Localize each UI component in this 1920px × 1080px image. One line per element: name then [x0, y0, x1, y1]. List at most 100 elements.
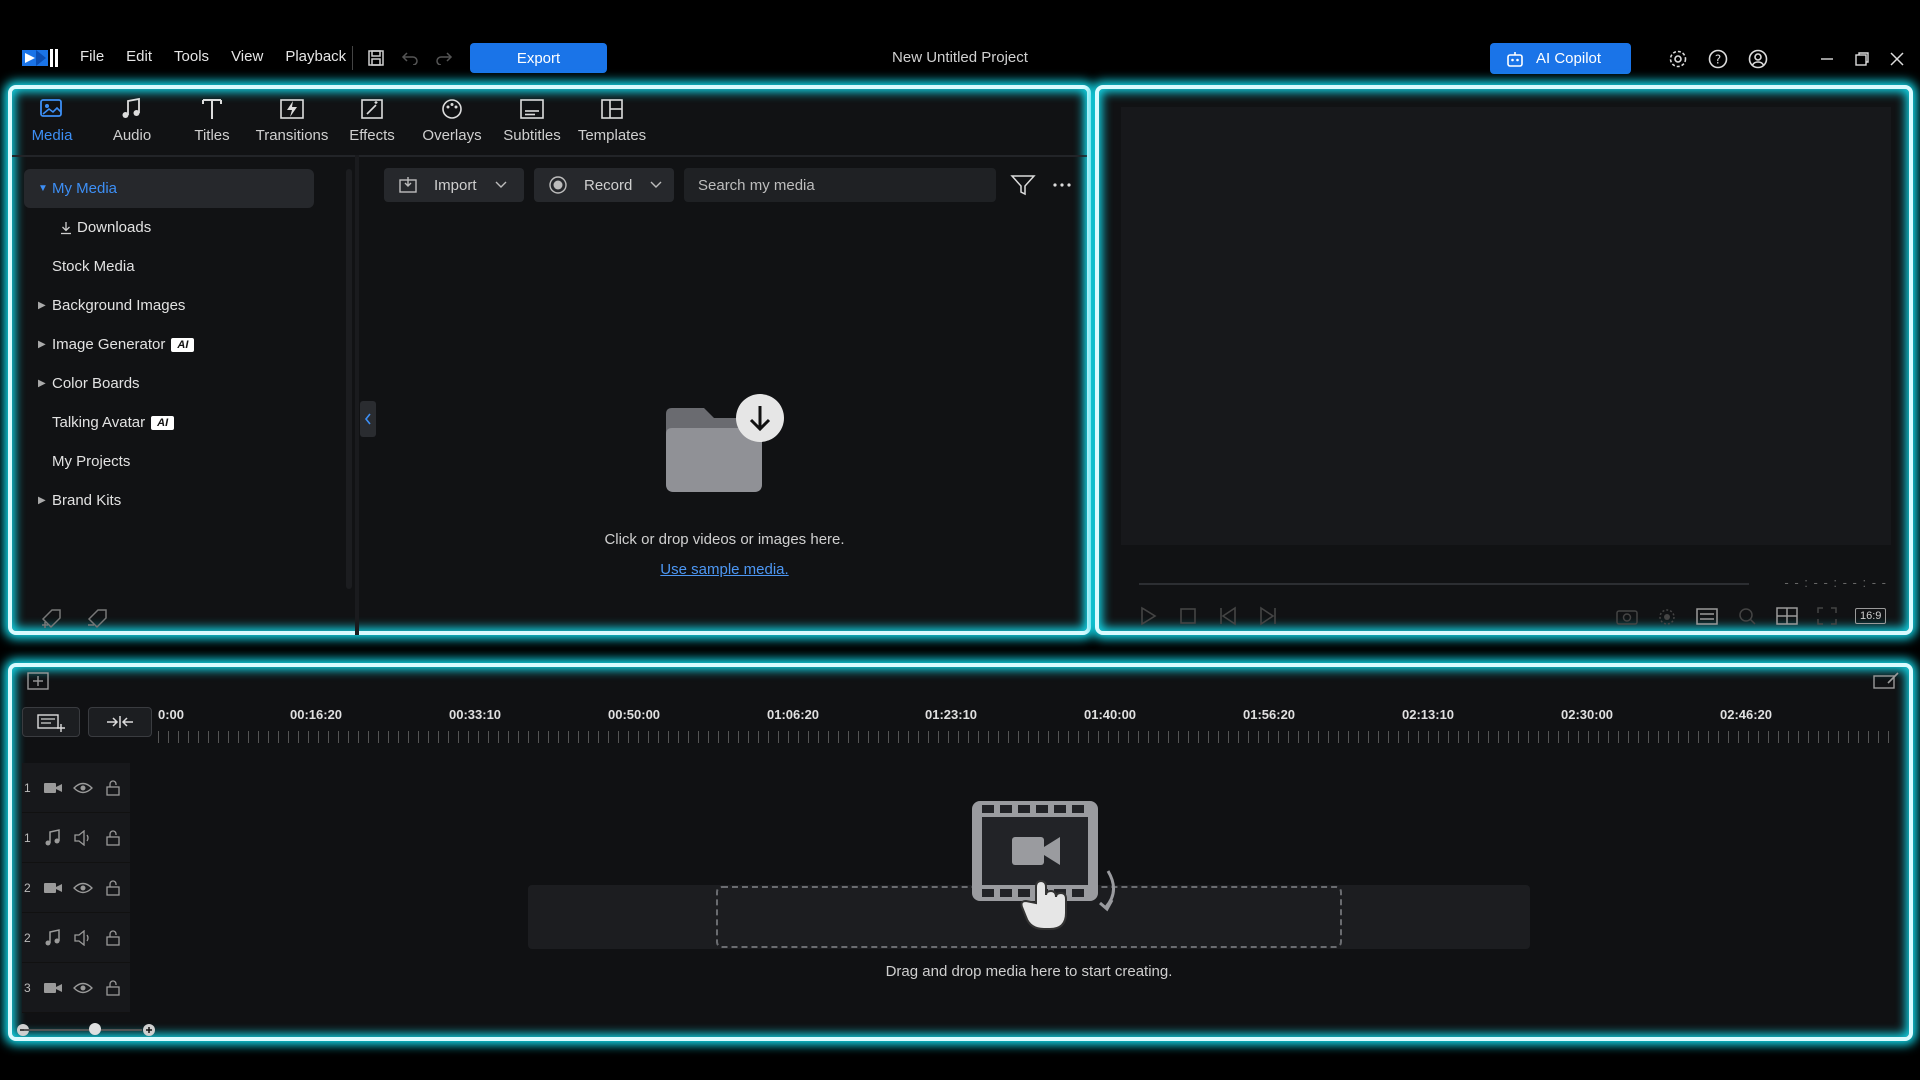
- tab-subtitles[interactable]: Subtitles: [492, 89, 572, 151]
- menu-edit[interactable]: Edit: [126, 48, 152, 65]
- ruler-ticks: [158, 731, 1898, 743]
- video-camera-icon: [44, 882, 62, 893]
- tab-transitions[interactable]: Transitions: [252, 89, 332, 151]
- sidebar-scrollbar[interactable]: [346, 169, 352, 589]
- effects-icon: [361, 99, 383, 119]
- tab-effects[interactable]: Effects: [332, 89, 412, 151]
- zoom-in-icon[interactable]: [142, 1023, 156, 1037]
- lock-icon[interactable]: [105, 879, 121, 896]
- redo-icon[interactable]: [432, 46, 456, 70]
- tab-titles[interactable]: Titles: [172, 89, 252, 151]
- menu-tools[interactable]: Tools: [174, 48, 209, 65]
- eye-icon[interactable]: [73, 881, 93, 895]
- sidebar-item-brand-kits[interactable]: ▶ Brand Kits: [24, 481, 346, 520]
- collapsed-triangle-icon[interactable]: ▶: [38, 300, 50, 311]
- ai-copilot-label: AI Copilot: [1536, 50, 1602, 67]
- tab-audio[interactable]: Audio: [92, 89, 172, 151]
- sidebar-item-my-media[interactable]: ▼ My Media: [24, 169, 314, 208]
- playback-controls: [1137, 601, 1279, 631]
- preview-video-area[interactable]: [1121, 107, 1891, 545]
- import-icon: [399, 177, 417, 193]
- speaker-icon[interactable]: [73, 929, 93, 946]
- import-button[interactable]: Import: [384, 168, 524, 202]
- export-button[interactable]: Export: [470, 43, 607, 73]
- aspect-ratio-button[interactable]: 16:9: [1855, 608, 1887, 624]
- use-sample-media-link[interactable]: Use sample media.: [362, 561, 1087, 578]
- tabs-divider: [12, 155, 1087, 157]
- lock-icon[interactable]: [105, 829, 121, 846]
- preview-scrubber[interactable]: [1139, 583, 1749, 585]
- menu-view[interactable]: View: [231, 48, 263, 65]
- timeline-view-icon[interactable]: [26, 671, 50, 691]
- tab-templates[interactable]: Templates: [572, 89, 652, 151]
- eye-icon[interactable]: [73, 981, 93, 995]
- track-manager-button[interactable]: [22, 707, 80, 737]
- ruler-label: 01:56:20: [1243, 707, 1296, 722]
- minimize-icon[interactable]: [1814, 46, 1840, 72]
- track-number: 3: [24, 980, 31, 995]
- tab-effects-label: Effects: [349, 127, 395, 144]
- transition-icon: [280, 99, 304, 119]
- overlays-icon: [442, 99, 462, 119]
- tab-overlays[interactable]: Overlays: [412, 89, 492, 151]
- sidebar-item-background-images[interactable]: ▶ Background Images: [24, 286, 346, 325]
- title-bar: File Edit Tools View Playback Export New…: [0, 38, 1920, 78]
- ai-copilot-button[interactable]: AI Copilot: [1490, 43, 1631, 74]
- lock-icon[interactable]: [105, 979, 121, 996]
- track-header-video-2: 2: [22, 863, 130, 913]
- timeline-ruler[interactable]: 0:00 00:16:20 00:33:10 00:50:00 01:06:20…: [158, 707, 1898, 747]
- menu-bar: File Edit Tools View Playback: [80, 48, 368, 65]
- track-header-video-3: 3: [22, 963, 130, 1013]
- sidebar-item-my-projects[interactable]: My Projects: [24, 442, 346, 481]
- tab-media[interactable]: Media: [12, 89, 92, 151]
- render-preview-icon[interactable]: [1655, 605, 1679, 627]
- timeline-zoom-slider[interactable]: [24, 1029, 142, 1031]
- restore-icon[interactable]: [1849, 46, 1875, 72]
- expanded-triangle-icon[interactable]: ▼: [38, 183, 50, 194]
- sidebar-item-image-generator[interactable]: ▶ Image Generator AI: [24, 325, 346, 364]
- edit-timeline-icon[interactable]: [1872, 671, 1900, 691]
- sidebar-item-downloads[interactable]: Downloads: [24, 208, 346, 247]
- film-drag-hand-icon: [972, 801, 1115, 930]
- menu-file[interactable]: File: [80, 48, 104, 65]
- record-button[interactable]: Record: [534, 168, 674, 202]
- collapsed-triangle-icon[interactable]: ▶: [38, 339, 50, 350]
- close-icon[interactable]: [1884, 46, 1910, 72]
- lock-icon[interactable]: [105, 929, 121, 946]
- sidebar-item-stock-media[interactable]: Stock Media: [24, 247, 346, 286]
- collapsed-triangle-icon[interactable]: ▶: [38, 495, 50, 506]
- settings-gear-icon[interactable]: [1665, 46, 1691, 72]
- ruler-label: 01:06:20: [767, 707, 820, 722]
- lock-icon[interactable]: [105, 779, 121, 796]
- previous-frame-icon[interactable]: [1217, 605, 1239, 627]
- play-icon[interactable]: [1137, 605, 1159, 627]
- sidebar-item-color-boards[interactable]: ▶ Color Boards: [24, 364, 346, 403]
- menu-playback[interactable]: Playback: [285, 48, 346, 65]
- toolbar-divider: [352, 46, 353, 70]
- ruler-label: 00:33:10: [449, 707, 502, 722]
- fullscreen-icon[interactable]: [1815, 605, 1839, 627]
- collapsed-triangle-icon[interactable]: ▶: [38, 378, 50, 389]
- stop-icon[interactable]: [1177, 605, 1199, 627]
- fit-timeline-button[interactable]: [88, 707, 152, 737]
- add-tag-icon[interactable]: [40, 607, 66, 629]
- next-frame-icon[interactable]: [1257, 605, 1279, 627]
- layout-icon[interactable]: [1775, 605, 1799, 627]
- help-icon[interactable]: ?: [1705, 46, 1731, 72]
- search-media-input[interactable]: Search my media: [684, 168, 996, 202]
- eye-icon[interactable]: [73, 781, 93, 795]
- sidebar-item-label: Stock Media: [52, 258, 135, 275]
- zoom-slider-handle[interactable]: [88, 1023, 101, 1035]
- account-icon[interactable]: [1745, 46, 1771, 72]
- snapshot-camera-icon[interactable]: [1615, 605, 1639, 627]
- zoom-preview-icon[interactable]: [1735, 605, 1759, 627]
- remove-tag-icon[interactable]: [86, 607, 112, 629]
- filter-icon[interactable]: [1010, 173, 1036, 197]
- save-icon[interactable]: [364, 46, 388, 70]
- speaker-icon[interactable]: [73, 829, 93, 846]
- undo-icon[interactable]: [398, 46, 422, 70]
- track-header-audio-2: 2: [22, 913, 130, 963]
- more-options-icon[interactable]: [1050, 173, 1074, 197]
- sidebar-item-talking-avatar[interactable]: Talking Avatar AI: [24, 403, 346, 442]
- quality-settings-icon[interactable]: [1695, 605, 1719, 627]
